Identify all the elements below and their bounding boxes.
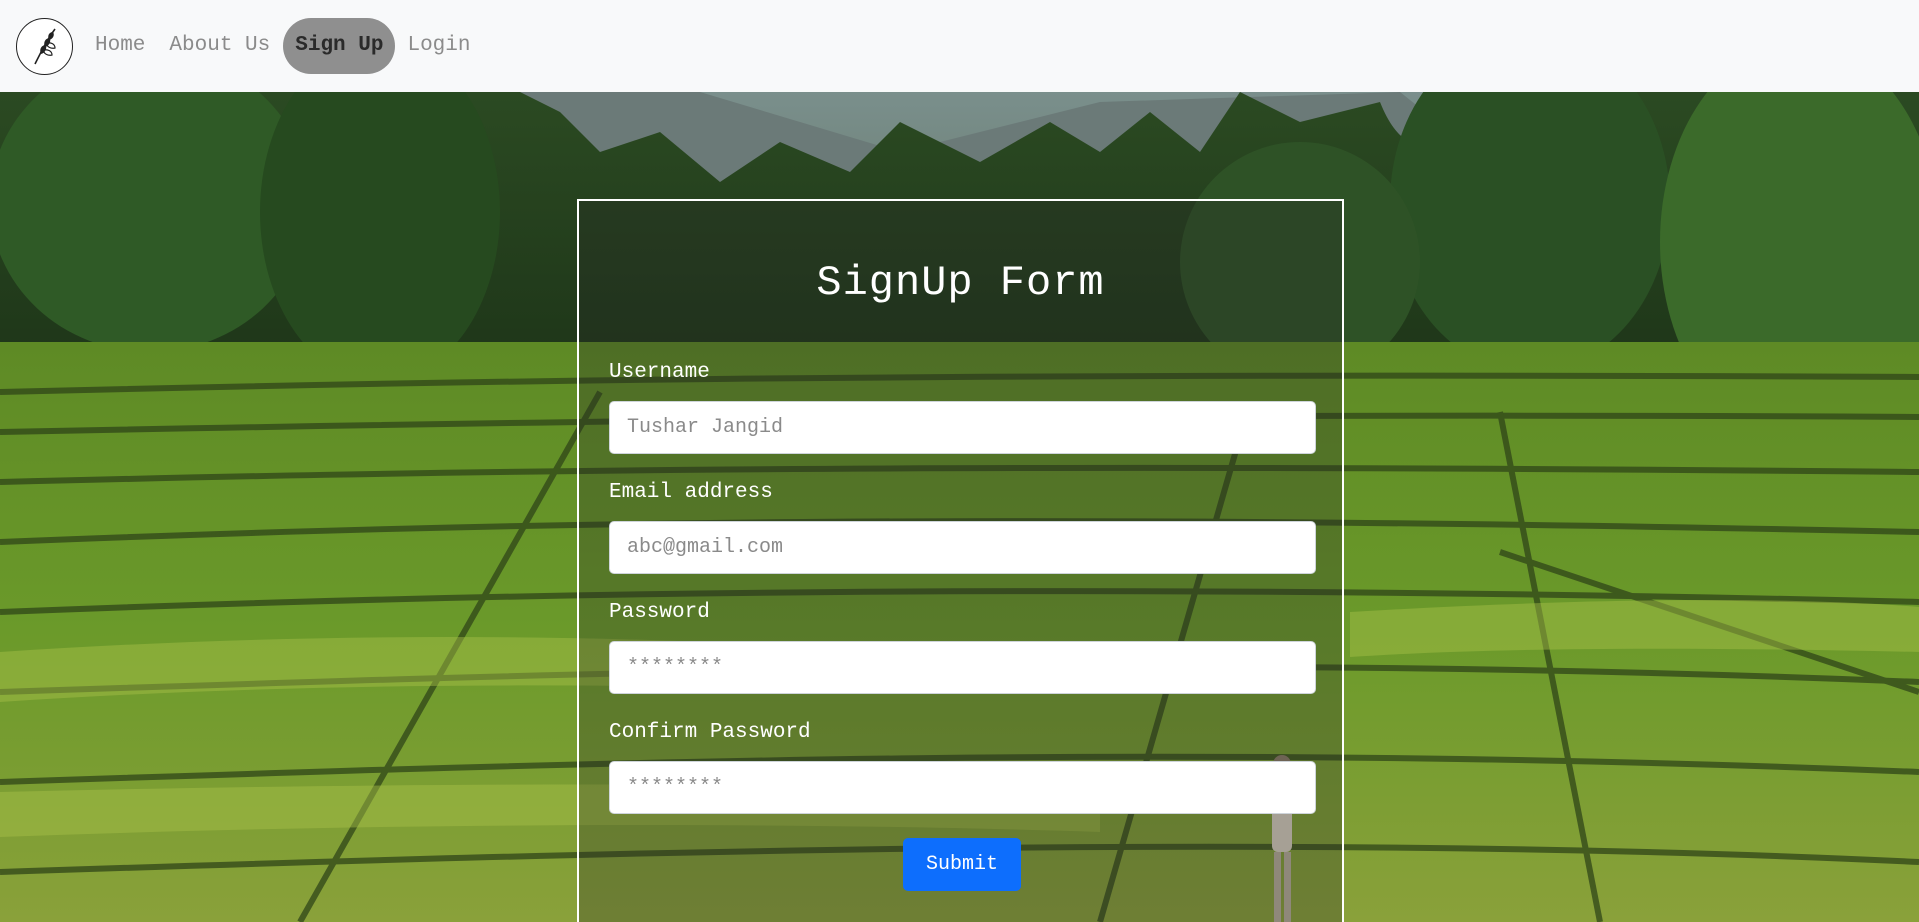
password-label: Password [609,601,710,624]
confirm-password-label: Confirm Password [609,721,811,744]
wheat-leaf-icon [33,28,56,65]
logo[interactable] [16,17,73,75]
password-input[interactable] [609,641,1316,694]
navbar: Home About Us Sign Up Login [0,0,1919,92]
email-input[interactable] [609,521,1316,574]
username-label: Username [609,361,710,384]
hero-background: SignUp Form Username Email address Passw… [0,92,1919,922]
confirm-password-input[interactable] [609,761,1316,814]
nav-signup-link[interactable]: Sign Up [283,18,396,74]
nav-home-link[interactable]: Home [95,18,157,74]
email-label: Email address [609,481,773,504]
username-input[interactable] [609,401,1316,454]
nav-login-link[interactable]: Login [395,18,482,74]
form-title: SignUp Form [816,259,1105,307]
signup-form-card: SignUp Form Username Email address Passw… [577,199,1344,922]
submit-button[interactable]: Submit [903,838,1021,891]
nav-about-link[interactable]: About Us [157,18,282,74]
